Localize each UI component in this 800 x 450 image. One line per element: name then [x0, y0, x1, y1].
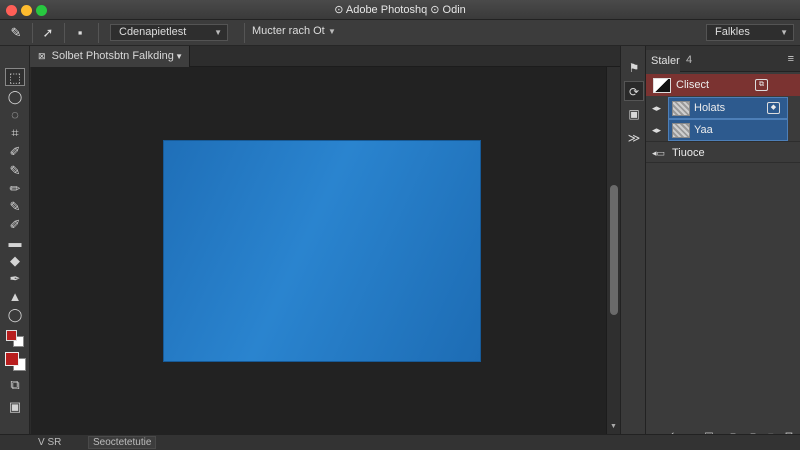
workspace-dropdown[interactable]: Falkles ▼ — [706, 24, 794, 41]
layer-name: Holats — [694, 102, 726, 114]
eyedropper-icon[interactable]: ✐ — [5, 143, 25, 161]
preset-dropdown-label: Cdenapietlest — [119, 26, 187, 38]
layer-name: Tiuoce — [672, 147, 705, 159]
shape-icon[interactable]: ◯ — [5, 306, 25, 324]
move-tool-icon[interactable]: ➚ — [38, 23, 58, 43]
document-tab[interactable]: ⊠ Solbet Photsbtn Falkding ▼ — [30, 46, 190, 67]
layer-row[interactable]: ◂▸ Holats ◆ — [646, 97, 800, 119]
preset-dropdown[interactable]: Cdenapietlest ▼ — [110, 24, 228, 41]
mode-dropdown[interactable]: Mucter rach Ot ▼ — [252, 24, 342, 41]
tab-extra[interactable]: 4 — [686, 54, 692, 66]
gradient-icon[interactable]: ▬ — [5, 234, 25, 252]
document-canvas[interactable] — [163, 140, 481, 362]
visibility-eye-icon[interactable]: ◂▸ — [652, 97, 661, 119]
vertical-scrollbar[interactable]: ▼ — [606, 67, 620, 434]
document-tab-label: Solbet Photsbtn Falkding — [51, 50, 174, 62]
panel-tab-bar: Staler 4 ≡ — [646, 46, 800, 72]
chevron-down-icon: ▼ — [214, 28, 222, 37]
mode-dropdown-label: Mucter rach Ot — [252, 25, 325, 37]
layer-name: Yaa — [694, 124, 713, 136]
layer-row[interactable]: ◂▸ Yaa — [646, 119, 800, 141]
properties-icon[interactable]: ▣ — [624, 104, 644, 124]
layer-lock-icon[interactable]: ◆ — [767, 102, 780, 114]
screen-mode-icon[interactable]: ▣ — [5, 398, 25, 416]
window-title: ⊙ Adobe Photoshq ⊙ Odin — [334, 4, 466, 16]
foreground-color-swatch[interactable] — [6, 330, 17, 341]
pen-icon[interactable]: ✒ — [5, 270, 25, 288]
separator — [32, 23, 33, 43]
adjustments-icon[interactable]: ⟳ — [624, 81, 644, 101]
layer-thumbnail — [653, 78, 671, 93]
panel-menu-icon[interactable]: ≡ — [788, 53, 794, 65]
chevron-down-icon: ▼ — [780, 28, 788, 37]
zoom-level[interactable]: V SR — [38, 437, 61, 448]
type-icon[interactable]: ▲ — [5, 288, 25, 306]
scroll-down-arrow-icon[interactable]: ▼ — [610, 423, 617, 430]
dodge-icon[interactable]: ◆ — [5, 252, 25, 270]
paths-icon[interactable]: ≫ — [624, 128, 644, 148]
options-bar: ✎ ➚ ▪ Cdenapietlest ▼ Mucter rach Ot ▼ F… — [0, 20, 800, 46]
brush-icon[interactable]: ✏ — [5, 180, 25, 198]
tab-layers-label: Staler — [651, 55, 680, 67]
layer-thumbnail — [672, 101, 690, 116]
layer-thumbnail — [672, 123, 690, 138]
visibility-eye-icon[interactable]: ◂▸ — [652, 119, 661, 141]
title-bar: ⊙ Adobe Photoshq ⊙ Odin — [0, 0, 800, 20]
history-icon[interactable]: ⚑ — [624, 58, 644, 78]
tool-preset-icon[interactable]: ▪ — [70, 23, 90, 43]
brush-icon[interactable]: ✎ — [6, 23, 26, 43]
layer-row[interactable]: ◂▭ Tiuoce — [646, 141, 800, 163]
status-bar: V SR Seoctetetutie — [0, 434, 800, 450]
chevron-down-icon[interactable]: ▼ — [175, 46, 183, 67]
chevron-down-icon: ▼ — [328, 27, 336, 36]
layer-row[interactable]: Clisect ⧉ — [646, 74, 800, 96]
visibility-eye-icon[interactable]: ◂▭ — [652, 142, 665, 164]
document-tab-bar: ⊠ Solbet Photsbtn Falkding ▼ — [30, 46, 620, 67]
healing-brush-icon[interactable]: ✎ — [5, 162, 25, 180]
separator — [64, 23, 65, 43]
separator — [244, 23, 245, 43]
quick-mask-icon[interactable]: ⧉ — [5, 376, 25, 394]
eraser-icon[interactable]: ✐ — [5, 216, 25, 234]
document-info[interactable]: Seoctetetutie — [88, 436, 157, 449]
tab-layers[interactable]: Staler — [646, 50, 680, 72]
foreground-color-swatch-large[interactable] — [5, 352, 19, 366]
marquee-icon[interactable]: ⬚ — [5, 68, 25, 86]
panel-dock: ⚑ ⟳ ▣ ≫ — [620, 46, 646, 434]
quick-select-icon[interactable]: ◌ — [5, 106, 25, 124]
layer-name: Clisect — [676, 79, 710, 91]
workspace-dropdown-label: Falkles — [715, 26, 750, 38]
scrollbar-thumb[interactable] — [610, 185, 618, 315]
crop-icon[interactable]: ⌗ — [5, 124, 25, 142]
layers-panel: Staler 4 ≡ Clisect ⧉ ◂▸ Holats ◆ ◂▸ Yaa … — [646, 46, 800, 442]
close-icon[interactable]: ⊠ — [38, 51, 46, 61]
clone-stamp-icon[interactable]: ✎ — [5, 198, 25, 216]
lasso-icon[interactable]: ◯ — [5, 88, 25, 106]
tools-panel: ⬚ ◯ ◌ ⌗ ✐ ✎ ✏ ✎ ✐ ▬ ◆ ✒ ▲ ◯ ⧉ ▣ — [0, 46, 30, 434]
layer-link-icon[interactable]: ⧉ — [755, 79, 768, 91]
separator — [98, 23, 99, 43]
